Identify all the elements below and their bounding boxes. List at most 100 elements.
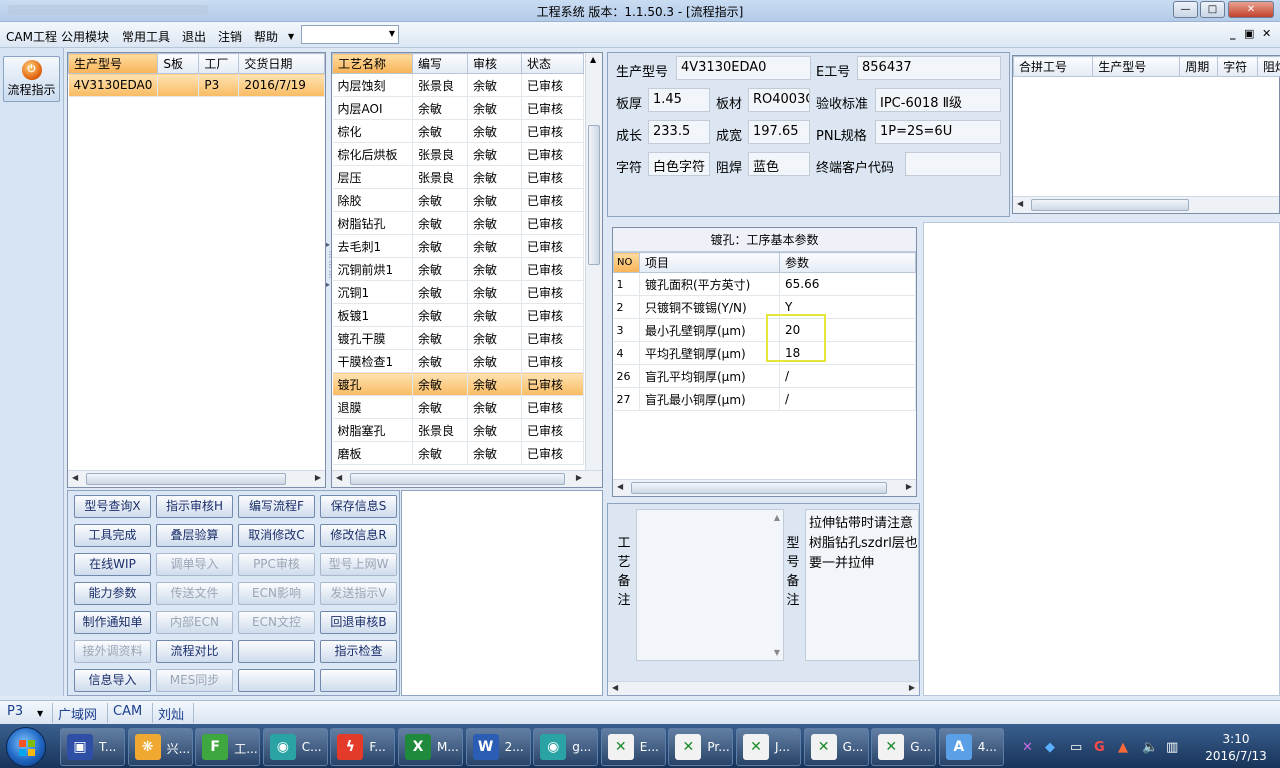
taskbar-item[interactable]: ✕ Pr...	[668, 728, 734, 766]
taskbar-item[interactable]: X M...	[398, 728, 463, 766]
left-arrow-icon[interactable]: ◀	[1017, 199, 1023, 208]
orders-header-date[interactable]: 交货日期	[238, 53, 325, 74]
process-reviewer[interactable]: 余敏	[467, 349, 522, 373]
solder-mask-field[interactable]: 蓝色	[748, 152, 810, 176]
action-button[interactable]: 型号查询X	[74, 495, 151, 518]
menu-exit[interactable]: 退出	[182, 28, 206, 45]
table-row[interactable]: 棕化 余敏 余敏 已审核	[332, 119, 584, 143]
process-reviewer[interactable]: 余敏	[467, 142, 522, 166]
process-name[interactable]: 层压	[332, 165, 413, 189]
process-status[interactable]: 已审核	[521, 418, 584, 442]
order-s[interactable]	[157, 73, 200, 97]
param-no[interactable]: 2	[613, 295, 640, 319]
process-author[interactable]: 余敏	[412, 303, 468, 327]
table-row[interactable]: 树脂钻孔 余敏 余敏 已审核	[332, 211, 584, 235]
process-status[interactable]: 已审核	[521, 211, 584, 235]
process-status[interactable]: 已审核	[521, 188, 584, 212]
table-row[interactable]: 沉铜前烘1 余敏 余敏 已审核	[332, 257, 584, 281]
maximize-button[interactable]: □	[1200, 1, 1225, 18]
process-reviewer[interactable]: 余敏	[467, 372, 522, 396]
action-button[interactable]: MES同步	[156, 669, 233, 692]
table-row[interactable]: 树脂塞孔 张景良 余敏 已审核	[332, 418, 584, 442]
param-no[interactable]: 3	[613, 318, 640, 342]
process-reviewer[interactable]: 余敏	[467, 119, 522, 143]
process-status[interactable]: 已审核	[521, 441, 584, 465]
menu-combo-box[interactable]: ▼	[301, 25, 399, 44]
action-button[interactable]: 叠层验算	[156, 524, 233, 547]
process-author[interactable]: 余敏	[412, 211, 468, 235]
order-date[interactable]: 2016/7/19	[238, 73, 325, 97]
process-reviewer[interactable]: 余敏	[467, 395, 522, 419]
process-name[interactable]: 树脂塞孔	[332, 418, 413, 442]
scroll-thumb[interactable]	[350, 473, 565, 485]
process-author[interactable]: 余敏	[412, 188, 468, 212]
process-name[interactable]: 退膜	[332, 395, 413, 419]
model-remark-textarea[interactable]: 拉伸钻带时请注意 树脂钻孔szdrl层也 要一并拉伸	[805, 509, 919, 661]
process-name[interactable]: 去毛刺1	[332, 234, 413, 258]
process-status[interactable]: 已审核	[521, 372, 584, 396]
process-name[interactable]: 镀孔干膜	[332, 326, 413, 350]
table-row[interactable]: 26 盲孔平均铜厚(μm) /	[613, 364, 916, 388]
close-button[interactable]: ✕	[1228, 1, 1274, 18]
process-author[interactable]: 余敏	[412, 96, 468, 120]
table-row[interactable]: 2 只镀铜不镀锡(Y/N) Y	[613, 295, 916, 319]
process-name[interactable]: 干膜检查1	[332, 349, 413, 373]
table-row[interactable]: 4 平均孔壁铜厚(μm) 18	[613, 341, 916, 365]
params-hscroll[interactable]: ◀ ▶	[613, 479, 916, 496]
left-arrow-icon[interactable]: ◀	[72, 473, 78, 482]
table-row[interactable]: 内层蚀刻 张景良 余敏 已审核	[332, 73, 584, 97]
right-arrow-icon[interactable]: ▶	[909, 683, 915, 692]
customer-code-field[interactable]	[905, 152, 1001, 176]
action-button[interactable]: 回退审核B	[320, 611, 397, 634]
process-vscroll[interactable]: ▲	[585, 53, 602, 470]
process-author[interactable]: 余敏	[412, 349, 468, 373]
process-name[interactable]: 沉铜1	[332, 280, 413, 304]
orders-header-factory[interactable]: 工厂	[198, 53, 240, 74]
process-header-reviewer[interactable]: 审核	[467, 53, 522, 74]
mdi-minimize-icon[interactable]: _	[1230, 27, 1236, 40]
process-reviewer[interactable]: 余敏	[467, 234, 522, 258]
process-reviewer[interactable]: 余敏	[467, 280, 522, 304]
taskbar-item[interactable]: F 工...	[195, 728, 261, 766]
process-name[interactable]: 内层AOI	[332, 96, 413, 120]
scroll-thumb[interactable]	[1031, 199, 1189, 211]
up-arrow-icon[interactable]: ▲	[774, 513, 780, 522]
taskbar-item[interactable]: ❋ 兴...	[127, 728, 193, 766]
merge-header-model[interactable]: 生产型号	[1092, 56, 1181, 77]
process-name[interactable]: 棕化	[332, 119, 413, 143]
menu-cam[interactable]: CAM工程	[6, 28, 57, 45]
process-author[interactable]: 张景良	[412, 165, 468, 189]
process-author[interactable]: 余敏	[412, 372, 468, 396]
table-row[interactable]: 板镀1 余敏 余敏 已审核	[332, 303, 584, 327]
action-button[interactable]: ECN文控	[238, 611, 315, 634]
table-row[interactable]: 层压 张景良 余敏 已审核	[332, 165, 584, 189]
table-row[interactable]: 1 镀孔面积(平方英寸) 65.66	[613, 272, 916, 296]
process-author[interactable]: 余敏	[412, 280, 468, 304]
action-button[interactable]: 在线WIP	[74, 553, 151, 576]
empty-action-button[interactable]	[238, 640, 315, 663]
left-arrow-icon[interactable]: ◀	[617, 482, 623, 491]
taskbar-item[interactable]: ✕ G...	[871, 728, 937, 766]
down-arrow-icon[interactable]: ▼	[774, 648, 780, 657]
param-value[interactable]: /	[779, 364, 916, 388]
process-reviewer[interactable]: 余敏	[467, 303, 522, 327]
network-app-tray-icon[interactable]: ◆	[1045, 740, 1055, 755]
table-row[interactable]: 镀孔 余敏 余敏 已审核	[332, 372, 584, 396]
orders-header-s[interactable]: S板	[157, 53, 200, 74]
merge-hscroll[interactable]: ◀	[1013, 196, 1279, 213]
empty-action-button[interactable]	[320, 669, 397, 692]
process-header-name[interactable]: 工艺名称	[332, 53, 413, 74]
process-reviewer[interactable]: 余敏	[467, 165, 522, 189]
process-author[interactable]: 余敏	[412, 234, 468, 258]
process-header-status[interactable]: 状态	[521, 53, 584, 74]
menu-logout[interactable]: 注销	[218, 28, 242, 45]
process-header-author[interactable]: 编写	[412, 53, 468, 74]
process-name[interactable]: 内层蚀刻	[332, 73, 413, 97]
taskbar-item[interactable]: ▣ T...	[60, 728, 125, 766]
left-arrow-icon[interactable]: ◀	[612, 683, 618, 692]
xmanager-tray-icon[interactable]: ✕	[1022, 740, 1033, 755]
action-button[interactable]: 调单导入	[156, 553, 233, 576]
params-header-no[interactable]: NO	[613, 252, 640, 273]
width-field[interactable]: 197.65	[748, 120, 810, 144]
up-arrow-icon[interactable]: ▲	[590, 55, 596, 64]
